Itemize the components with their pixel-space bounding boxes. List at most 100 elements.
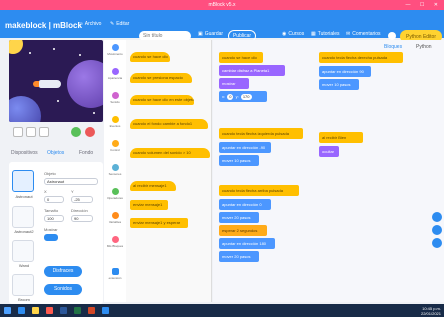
costumes-button[interactable]: Disfraces — [44, 266, 82, 277]
zoom-out-icon[interactable] — [432, 225, 442, 235]
menu-tutoriales[interactable]: ▦ Tutoriales — [311, 31, 340, 37]
sounds-button[interactable]: Sonidos — [44, 284, 82, 295]
script-block[interactable]: mover 20 pasos — [219, 251, 259, 262]
script-block[interactable]: cambiar disfraz a Planeta1 — [219, 65, 285, 76]
comment-icon: ✉ — [346, 31, 351, 37]
category-looks[interactable]: Apariencia — [104, 68, 126, 80]
excel-icon[interactable] — [74, 307, 81, 314]
palette-block[interactable]: enviar mensaje1 y esperar — [130, 218, 188, 228]
star — [79, 54, 81, 56]
category-operators[interactable]: Operadores — [104, 188, 126, 200]
category-control[interactable]: Control — [104, 140, 126, 152]
script-block[interactable]: cuando se hace clic — [219, 52, 263, 63]
tab-bloques[interactable]: Bloques — [384, 44, 402, 50]
zoom-in-icon[interactable] — [432, 212, 442, 222]
category-sensing[interactable]: Sensores — [104, 164, 126, 176]
script-block[interactable]: apuntar en dirección -90 — [219, 142, 271, 153]
edge-icon[interactable] — [18, 307, 25, 314]
palette-block[interactable]: cuando se presiona espacio — [130, 73, 192, 83]
category-movement[interactable]: Movimiento — [104, 44, 126, 56]
sprite-name-field[interactable]: Astronaut — [44, 178, 98, 185]
extension-button[interactable]: extensión — [104, 268, 126, 280]
script-block[interactable]: mover 10 pasos — [219, 155, 259, 166]
script-block[interactable]: apuntar en dirección 0 — [219, 199, 271, 210]
tab-dispositivos[interactable]: Dispositivos — [11, 150, 38, 156]
script-block[interactable]: esperar 2 segundos — [219, 225, 267, 236]
category-sound[interactable]: Sonido — [104, 92, 126, 104]
palette-block[interactable]: cuando el fondo cambie a fondo1 — [130, 119, 208, 129]
script-block[interactable]: ocultar — [319, 146, 339, 157]
save-button[interactable]: ▣ Guardar — [198, 31, 223, 37]
chrome-icon[interactable] — [46, 307, 53, 314]
sprite-label: Astronaut2 — [14, 229, 34, 234]
show-toggle[interactable] — [44, 234, 58, 241]
y-field[interactable]: -25 — [71, 196, 93, 203]
palette-block[interactable]: cuando se hace clic — [130, 52, 170, 62]
menu-comentarios[interactable]: ✉ Comentarios — [346, 31, 381, 37]
sprite-thumb-astronaut[interactable] — [12, 170, 34, 192]
window-controls[interactable]: — ☐ ✕ — [406, 0, 442, 10]
sprite-thumb-astronaut2[interactable] — [12, 206, 34, 228]
star — [53, 48, 55, 50]
avatar[interactable] — [388, 32, 396, 40]
sprite-label: Wand — [18, 263, 30, 268]
sprite-tabs: Dispositivos Objetos Fondo — [9, 148, 103, 160]
size-field[interactable]: 100 — [44, 215, 64, 222]
large-stage-icon[interactable] — [26, 127, 36, 137]
category-my-blocks[interactable]: Mis Bloques — [104, 236, 126, 248]
fullscreen-icon[interactable] — [39, 127, 49, 137]
sprite-panel: Astronaut Astronaut2 Wand Broom Objeto A… — [9, 162, 103, 304]
script-block-goto[interactable]: x: 0 y: 170 — [219, 91, 267, 102]
palette-block[interactable]: cuando se hace clic en este objeto — [130, 95, 194, 105]
show-label: Mostrar — [44, 227, 58, 232]
category-variables[interactable]: Variables — [104, 212, 126, 224]
save-icon: ▣ — [198, 31, 203, 37]
small-stage-icon[interactable] — [13, 127, 23, 137]
script-block[interactable]: mover 10 pasos — [319, 79, 359, 90]
script-block[interactable]: mostrar — [219, 78, 249, 89]
menu-cursos[interactable]: ◉ Cursos — [282, 31, 304, 37]
block-palette: cuando se hace clic cuando se presiona e… — [126, 40, 212, 302]
sprite-label: Broom — [18, 297, 30, 302]
script-block[interactable]: apuntar en dirección 180 — [219, 238, 275, 249]
star — [93, 112, 95, 114]
menu-edit[interactable]: ✎ Editar — [110, 21, 129, 27]
star — [29, 52, 31, 54]
windows-start-icon[interactable] — [4, 307, 11, 314]
powerpoint-icon[interactable] — [88, 307, 95, 314]
zoom-controls — [432, 212, 442, 248]
category-events[interactable]: Eventos — [104, 116, 126, 128]
direction-field[interactable]: 90 — [71, 215, 93, 222]
mblock-taskbar-icon[interactable] — [102, 307, 109, 314]
x-field[interactable]: 0 — [44, 196, 64, 203]
stop-icon[interactable] — [85, 127, 95, 137]
palette-block[interactable]: al recibir mensaje1 — [130, 181, 176, 191]
tab-python[interactable]: Python — [416, 44, 432, 50]
script-area[interactable]: Bloques Python cuando se hace clic cambi… — [213, 40, 444, 302]
palette-block[interactable]: cuando volumen del sonido > 10 — [130, 148, 210, 158]
block-categories: Movimiento Apariencia Sonido Eventos Con… — [104, 40, 126, 302]
app-menubar: makeblock | mBlock ▭Archivo ✎Editar ▣Gua… — [0, 10, 444, 43]
menu-file[interactable]: ▭ Archivo — [78, 21, 101, 27]
script-block[interactable]: cuando tecla flecha derecha pulsada — [319, 52, 403, 63]
word-icon[interactable] — [60, 307, 67, 314]
cursos-icon: ◉ — [282, 31, 287, 37]
tutorial-icon: ▦ — [311, 31, 316, 37]
script-block[interactable]: mover 20 pasos — [219, 212, 259, 223]
clock-date: 22/01/2021 — [420, 311, 441, 316]
script-block[interactable]: cuando tecla flecha izquierda pulsada — [219, 128, 303, 139]
tab-objetos[interactable]: Objetos — [47, 150, 64, 156]
script-block[interactable]: al recibir Bien — [319, 132, 363, 143]
sprite-thumb-wand[interactable] — [12, 240, 34, 262]
zoom-reset-icon[interactable] — [432, 238, 442, 248]
tab-fondo[interactable]: Fondo — [79, 150, 93, 156]
green-flag-icon[interactable] — [71, 127, 81, 137]
sprite-thumb-broom[interactable] — [12, 274, 34, 296]
palette-block[interactable]: enviar mensaje1 — [130, 200, 168, 210]
mblock-logo: makeblock | mBlock — [5, 21, 82, 30]
size-label: Tamaño — [44, 208, 59, 213]
stage-canvas[interactable] — [9, 40, 103, 122]
folder-icon[interactable] — [32, 307, 39, 314]
script-block[interactable]: cuando tecla flecha arriba pulsada — [219, 185, 299, 196]
script-block[interactable]: apuntar en dirección 90 — [319, 66, 371, 77]
